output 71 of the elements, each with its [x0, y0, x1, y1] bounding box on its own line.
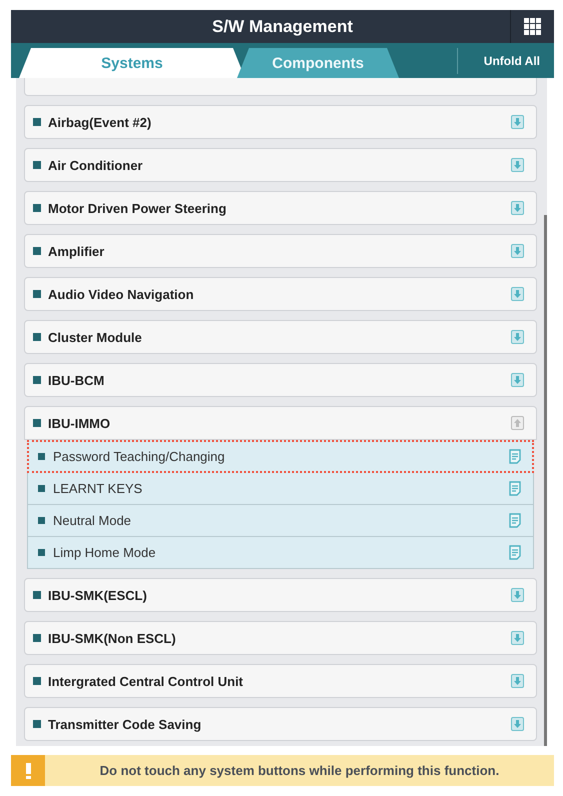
- system-row[interactable]: Air Conditioner: [24, 148, 537, 182]
- system-name: Air Conditioner: [48, 158, 144, 172]
- function-name: Limp Home Mode: [53, 545, 157, 560]
- document-icon[interactable]: [509, 481, 521, 496]
- function-row[interactable]: Limp Home Mode: [27, 537, 534, 569]
- bullet-icon: [33, 333, 41, 341]
- system-row[interactable]: IBU-BCM: [24, 363, 537, 397]
- system-name: IBU-BCM: [48, 372, 106, 388]
- expand-icon[interactable]: [511, 717, 524, 731]
- system-name: Cluster Module: [48, 330, 143, 344]
- expand-icon[interactable]: [511, 287, 524, 301]
- bullet-icon: [38, 517, 45, 524]
- bullet-icon: [33, 720, 41, 728]
- function-name: Neutral Mode: [53, 513, 132, 528]
- bullet-icon: [38, 549, 45, 556]
- document-icon[interactable]: [509, 448, 521, 464]
- bullet-icon: [33, 677, 41, 685]
- expand-icon[interactable]: [511, 674, 524, 688]
- expand-icon[interactable]: [511, 373, 524, 387]
- system-row[interactable]: Audio Video Navigation: [24, 277, 537, 311]
- expand-icon[interactable]: [511, 330, 524, 344]
- grid-icon: [524, 18, 541, 35]
- expand-icon[interactable]: [511, 244, 524, 258]
- function-name: Password Teaching/Changing: [53, 448, 226, 464]
- expand-icon[interactable]: [511, 631, 524, 645]
- expand-icon[interactable]: [511, 588, 524, 602]
- bullet-icon: [33, 118, 41, 126]
- system-name: Airbag(Event #2): [48, 114, 152, 130]
- document-icon[interactable]: [509, 513, 521, 528]
- bullet-icon: [33, 247, 41, 255]
- system-row[interactable]: IBU-IMMO: [24, 406, 537, 440]
- system-name: Motor Driven Power Steering: [48, 200, 228, 216]
- system-row[interactable]: IBU-SMK(Non ESCL): [24, 621, 537, 655]
- bullet-icon: [38, 485, 45, 492]
- exclamation-icon: [26, 762, 30, 778]
- system-name: Amplifier: [48, 244, 106, 258]
- function-row[interactable]: LEARNT KEYS: [27, 473, 534, 505]
- warning-message: Do not touch any system buttons while performing this function.: [98, 763, 500, 778]
- list-row[interactable]: [24, 78, 537, 96]
- expand-icon[interactable]: [511, 158, 524, 172]
- system-row[interactable]: Intergrated Central Control Unit: [24, 664, 537, 698]
- system-name: IBU-SMK(Non ESCL): [48, 630, 177, 646]
- system-row[interactable]: IBU-SMK(ESCL): [24, 578, 537, 612]
- system-name: IBU-SMK(ESCL): [48, 588, 148, 602]
- system-name: Audio Video Navigation: [48, 286, 195, 302]
- bullet-icon: [33, 376, 41, 384]
- bullet-icon: [33, 290, 41, 298]
- unfold-all-button[interactable]: Unfold All: [456, 48, 554, 74]
- system-name: IBU-IMMO: [48, 416, 112, 430]
- bullet-icon: [38, 452, 45, 460]
- bullet-icon: [33, 161, 41, 169]
- bullet-icon: [33, 419, 41, 427]
- function-row[interactable]: Neutral Mode: [27, 505, 534, 537]
- system-row[interactable]: Cluster Module: [24, 320, 537, 354]
- function-name: LEARNT KEYS: [53, 481, 144, 496]
- system-row[interactable]: Motor Driven Power Steering: [24, 191, 537, 225]
- collapse-icon[interactable]: [511, 416, 524, 430]
- bullet-icon: [33, 591, 41, 599]
- function-row[interactable]: Password Teaching/Changing: [27, 440, 534, 473]
- bullet-icon: [33, 634, 41, 642]
- system-name: Intergrated Central Control Unit: [48, 674, 244, 688]
- window-title: S/W Management: [211, 16, 354, 36]
- system-row[interactable]: Transmitter Code Saving: [24, 707, 537, 741]
- system-name: Transmitter Code Saving: [48, 716, 202, 732]
- system-row[interactable]: Airbag(Event #2): [24, 105, 537, 139]
- scrollbar[interactable]: [544, 215, 547, 746]
- document-icon[interactable]: [509, 545, 521, 560]
- expand-icon[interactable]: [511, 201, 524, 215]
- system-row[interactable]: Amplifier: [24, 234, 537, 268]
- expand-icon[interactable]: [511, 115, 524, 129]
- bullet-icon: [33, 204, 41, 212]
